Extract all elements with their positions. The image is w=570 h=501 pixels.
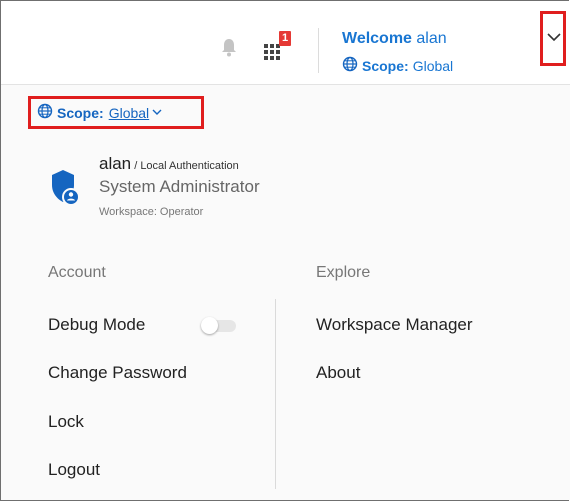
welcome-text[interactable]: Welcome alan [342,30,447,48]
user-name-line: alan / Local Authentication [99,154,239,174]
user-role: System Administrator [99,177,260,196]
auth-method: Local Authentication [140,160,239,172]
scope-value-link[interactable]: Global [109,105,149,121]
explore-section-title: Explore [316,264,371,281]
welcome-prefix: Welcome [342,30,412,47]
column-divider [275,299,276,489]
toggle-knob [201,317,218,334]
user-workspace: Workspace: Operator [99,206,204,218]
menu-item-lock[interactable]: Lock [48,412,84,432]
header-scope: Scope: Global [342,56,453,75]
welcome-username: alan [416,30,447,47]
menu-item-logout[interactable]: Logout [48,460,100,480]
account-section-title: Account [48,264,106,281]
chevron-down-icon [547,33,561,42]
menu-item-workspace-manager[interactable]: Workspace Manager [316,315,473,335]
globe-icon [342,56,358,75]
menu-item-debug-mode[interactable]: Debug Mode [48,315,145,335]
debug-mode-toggle[interactable] [201,317,236,334]
chevron-down-icon[interactable] [152,107,162,119]
user-menu-toggle[interactable] [540,11,566,66]
scope-label: Scope: [57,104,104,121]
header-divider [318,28,319,73]
user-menu-panel [1,85,570,500]
auth-separator: / [131,160,141,172]
user-name: alan [99,154,132,173]
notification-badge: 1 [279,31,291,46]
bell-icon[interactable] [219,36,239,58]
admin-shield-icon [50,168,80,206]
header-scope-label: Scope: [362,57,409,74]
menu-item-about[interactable]: About [316,363,360,383]
header-scope-value: Global [412,57,454,74]
globe-icon [37,103,53,122]
menu-item-change-password[interactable]: Change Password [48,363,187,383]
scope-selector[interactable]: Scope: Global [28,96,204,129]
